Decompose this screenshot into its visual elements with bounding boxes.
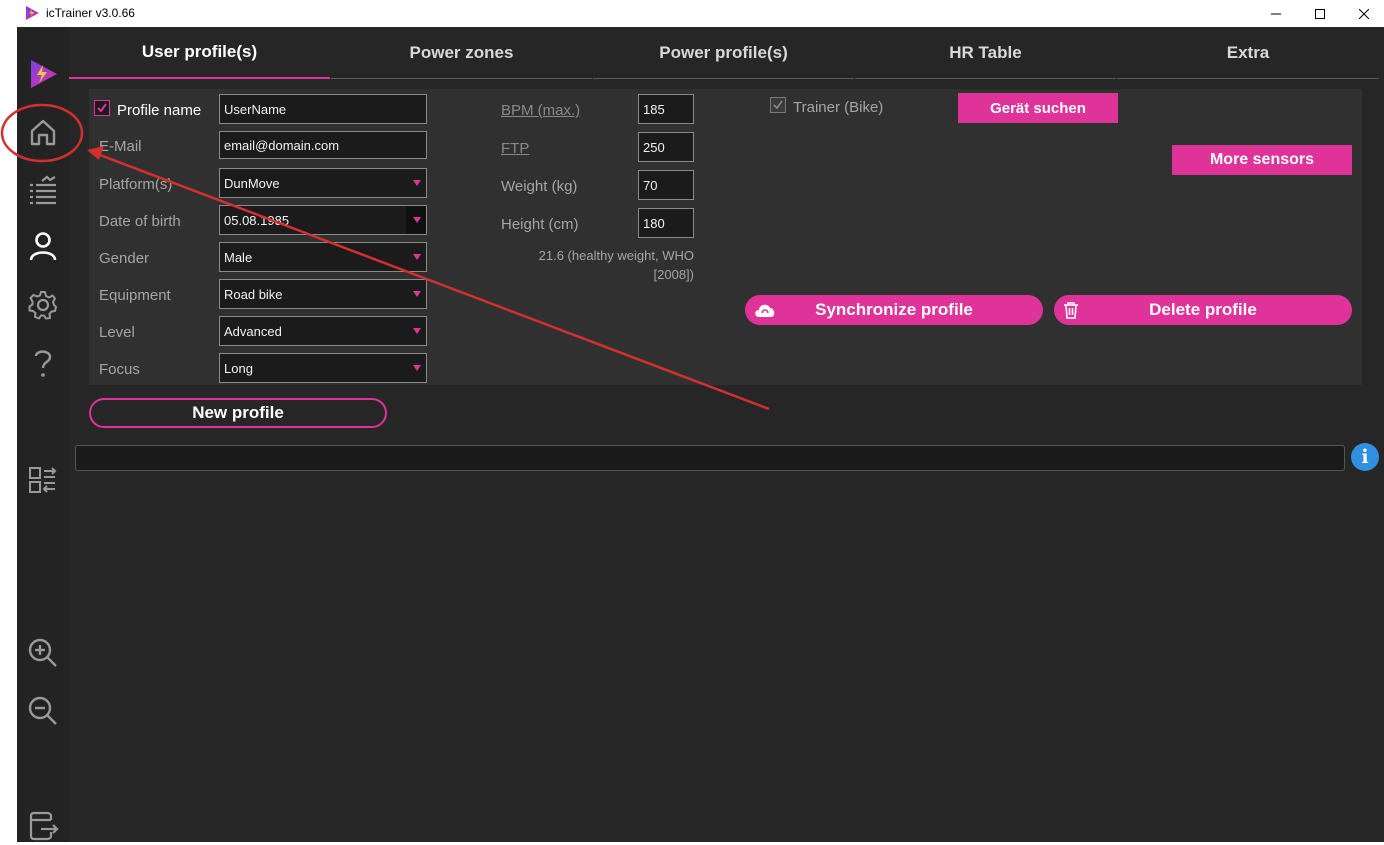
- sidebar-item-home[interactable]: [24, 113, 62, 151]
- bpm-input[interactable]: 185: [638, 94, 694, 124]
- ftp-label[interactable]: FTP: [501, 140, 529, 157]
- checkmark-icon: [773, 100, 783, 110]
- new-profile-button[interactable]: New profile: [89, 398, 387, 428]
- dob-value: 05.08.1985: [224, 212, 290, 228]
- synchronize-profile-button[interactable]: Synchronize profile: [745, 295, 1043, 325]
- chevron-down-icon: [413, 365, 421, 371]
- delete-profile-label: Delete profile: [1149, 300, 1257, 319]
- gender-select[interactable]: Male: [219, 242, 427, 272]
- level-value: Advanced: [224, 323, 282, 339]
- focus-select[interactable]: Long: [219, 353, 427, 383]
- platform-select[interactable]: DunMove: [219, 168, 427, 198]
- home-icon: [30, 119, 56, 146]
- level-label: Level: [99, 324, 135, 341]
- delete-profile-button[interactable]: Delete profile: [1054, 295, 1352, 325]
- profile-name-input[interactable]: UserName: [219, 94, 427, 124]
- equipment-select[interactable]: Road bike: [219, 279, 427, 309]
- cloud-sync-icon: [755, 304, 775, 317]
- status-bar: [75, 445, 1345, 471]
- sidebar-item-sync[interactable]: [24, 461, 62, 499]
- weight-input[interactable]: 70: [638, 170, 694, 200]
- profile-name-checkbox[interactable]: [94, 100, 110, 116]
- bpm-label[interactable]: BPM (max.): [501, 102, 580, 119]
- sidebar-logo[interactable]: [24, 55, 62, 93]
- sync-icon: [29, 467, 57, 493]
- more-sensors-button[interactable]: More sensors: [1172, 145, 1352, 175]
- info-icon: i: [1361, 446, 1369, 468]
- weight-label: Weight (kg): [501, 178, 578, 195]
- checkmark-icon: [97, 103, 107, 113]
- app-logo-icon: [26, 6, 39, 20]
- window-border: [0, 27, 17, 842]
- tab-user-profiles[interactable]: User profile(s): [69, 27, 330, 79]
- platform-label: Platform(s): [99, 176, 173, 193]
- dob-label: Date of birth: [99, 213, 181, 230]
- zoom-in-button[interactable]: [24, 634, 62, 672]
- focus-value: Long: [224, 360, 253, 376]
- tab-power-profiles[interactable]: Power profile(s): [593, 27, 854, 79]
- user-icon: [29, 232, 57, 261]
- trainer-checkbox[interactable]: [770, 97, 786, 113]
- level-select[interactable]: Advanced: [219, 316, 427, 346]
- chevron-down-icon: [413, 328, 421, 334]
- height-label: Height (cm): [501, 216, 579, 233]
- minimize-button[interactable]: [1253, 0, 1299, 27]
- maximize-icon: [1315, 8, 1325, 19]
- profile-panel: Profile name UserName E-Mail email@domai…: [89, 89, 1362, 385]
- email-label: E-Mail: [99, 138, 142, 155]
- title-bar: icTrainer v3.0.66: [0, 0, 1384, 27]
- workout-list-icon: [30, 175, 56, 205]
- gender-label: Gender: [99, 250, 150, 267]
- trainer-label: Trainer (Bike): [793, 99, 884, 116]
- zoom-out-icon: [28, 696, 57, 725]
- sidebar-item-help[interactable]: [24, 344, 62, 382]
- help-icon: [34, 350, 52, 377]
- window-title: icTrainer v3.0.66: [46, 6, 135, 20]
- bmi-info: 21.6 (healthy weight, WHO [2008]): [494, 246, 694, 284]
- sidebar-item-user[interactable]: [24, 227, 62, 265]
- email-input[interactable]: email@domain.com: [219, 131, 427, 159]
- gender-value: Male: [224, 249, 253, 265]
- maximize-button[interactable]: [1297, 0, 1343, 27]
- chevron-down-icon: [413, 291, 421, 297]
- tab-hr-table[interactable]: HR Table: [855, 27, 1116, 79]
- chevron-down-icon: [413, 180, 421, 186]
- sidebar-item-workouts[interactable]: [24, 171, 62, 209]
- close-icon: [1359, 8, 1369, 19]
- zoom-in-icon: [28, 638, 57, 667]
- sidebar-item-settings[interactable]: [24, 286, 62, 324]
- height-input[interactable]: 180: [638, 208, 694, 238]
- equipment-label: Equipment: [99, 287, 171, 304]
- sidebar: [17, 27, 69, 842]
- info-button[interactable]: i: [1351, 443, 1379, 471]
- gear-icon: [28, 291, 57, 320]
- chevron-down-icon: [413, 217, 421, 223]
- zoom-out-button[interactable]: [24, 692, 62, 730]
- device-search-button[interactable]: Gerät suchen: [958, 93, 1118, 123]
- exit-button[interactable]: [24, 807, 62, 845]
- focus-label: Focus: [99, 361, 140, 378]
- bmi-line-2: [2008]): [653, 267, 694, 282]
- logo-icon: [31, 60, 57, 88]
- tab-power-zones[interactable]: Power zones: [331, 27, 592, 79]
- equipment-value: Road bike: [224, 286, 283, 302]
- ftp-input[interactable]: 250: [638, 132, 694, 162]
- profile-name-label: Profile name: [117, 102, 202, 119]
- trash-icon: [1064, 302, 1078, 319]
- dob-picker[interactable]: 05.08.1985: [219, 205, 427, 235]
- chevron-down-icon: [413, 254, 421, 260]
- minimize-icon: [1271, 13, 1281, 14]
- exit-icon: [29, 811, 59, 841]
- platform-value: DunMove: [224, 175, 280, 191]
- bmi-line-1: 21.6 (healthy weight, WHO: [538, 248, 694, 263]
- tab-extra[interactable]: Extra: [1117, 27, 1379, 79]
- close-button[interactable]: [1341, 0, 1384, 27]
- main-content: User profile(s) Power zones Power profil…: [69, 27, 1384, 842]
- synchronize-profile-label: Synchronize profile: [815, 300, 973, 319]
